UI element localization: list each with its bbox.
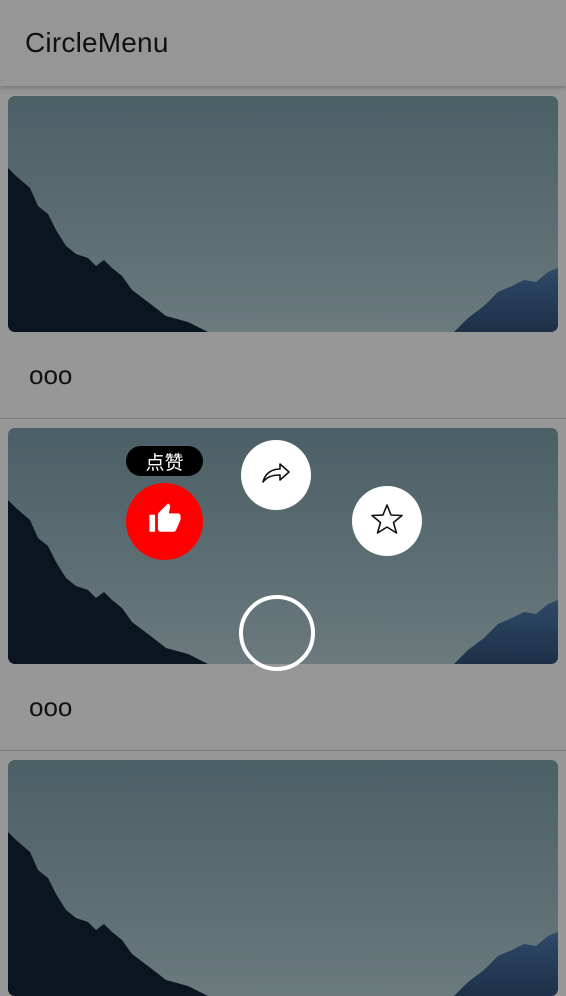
share-arrow-icon	[259, 456, 293, 495]
card-divider	[0, 418, 566, 419]
card-image[interactable]	[8, 96, 558, 332]
card-more-button[interactable]: ooo	[29, 694, 72, 720]
card-divider	[0, 750, 566, 751]
app-title: CircleMenu	[25, 27, 169, 58]
star-icon	[370, 502, 404, 541]
app-bar: CircleMenu	[0, 0, 566, 86]
share-button[interactable]	[241, 440, 311, 510]
favorite-button[interactable]	[352, 486, 422, 556]
like-tooltip: 点赞	[126, 446, 203, 476]
card-more-button[interactable]: ooo	[29, 362, 72, 388]
card-image[interactable]	[8, 760, 558, 996]
circle-menu-toggle-button[interactable]	[239, 595, 315, 671]
like-button[interactable]	[126, 483, 203, 560]
thumbs-up-icon	[148, 502, 182, 541]
